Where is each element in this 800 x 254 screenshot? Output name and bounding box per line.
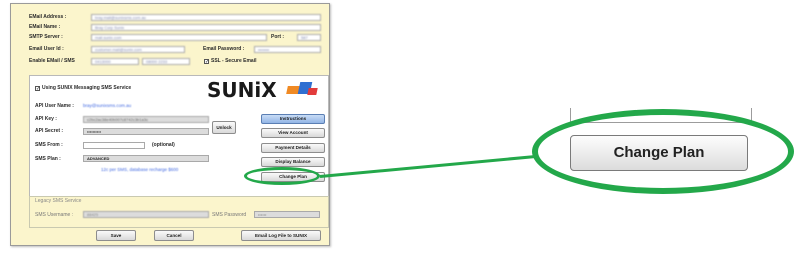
email-name-field[interactable]: Bray Corp Sunix — [91, 24, 321, 31]
legacy-password-label: SMS Password — [212, 212, 247, 218]
use-sunix-sms-label: Using SUNIX Messaging SMS Service — [42, 85, 132, 91]
email-user-id-field[interactable]: customer.mail@sunix.com — [91, 46, 185, 53]
unlock-button[interactable]: Unlock — [212, 121, 236, 134]
email-user-id-label: Email User Id : — [29, 46, 64, 52]
email-name-label: EMail Name : — [29, 24, 61, 30]
port-label: Port : — [271, 34, 285, 40]
use-sunix-sms-checkbox[interactable]: ✓ — [35, 86, 40, 92]
legacy-username-field[interactable]: 88425 — [83, 211, 209, 218]
sunix-logo: SUNiX — [207, 78, 277, 102]
cancel-button[interactable]: Cancel — [154, 230, 194, 241]
legacy-title: Legacy SMS Service — [35, 198, 82, 204]
settings-dialog: EMail Address : bray.mail@sunixsms.com.a… — [10, 3, 330, 246]
port-field[interactable]: 587 — [297, 34, 321, 41]
api-user-value: bray@sunixsms.com.au — [83, 103, 132, 108]
ssl-label: SSL - Secure Email — [211, 58, 257, 64]
legacy-username-label: SMS Username : — [35, 212, 74, 218]
payment-details-button[interactable]: Payment Details — [261, 143, 325, 153]
sms-plan-label: SMS Plan : — [35, 156, 61, 162]
sms-plan-note: 12c per SMS, database recharge $600 — [101, 167, 179, 172]
enable-email-sms-field-2[interactable]: 08000 2233 — [142, 58, 190, 65]
logo-block-red — [307, 88, 318, 95]
highlight-oval-small — [244, 167, 320, 185]
email-log-button[interactable]: Email Log File to SUNIX — [241, 230, 321, 241]
ssl-checkbox[interactable]: ✓ — [204, 59, 209, 65]
display-balance-button[interactable]: Display Balance — [261, 157, 325, 167]
optional-label: (optional) — [152, 142, 175, 148]
smtp-server-label: SMTP Server : — [29, 34, 63, 40]
legacy-password-field[interactable]: •••••• — [254, 211, 320, 218]
sms-from-label: SMS From : — [35, 142, 63, 148]
sms-from-field[interactable] — [83, 142, 145, 149]
smtp-server-field[interactable]: mail.sunix.com — [91, 34, 267, 41]
api-key-field[interactable]: c2bc2ac38e40b007c8742c3b1a3c — [83, 116, 209, 123]
instructions-button[interactable]: Instructions — [261, 114, 325, 124]
api-key-label: API Key : — [35, 116, 57, 122]
enable-email-sms-field-1[interactable]: 0413000 — [91, 58, 139, 65]
highlight-connector-line — [319, 154, 538, 178]
email-password-field[interactable]: •••••••• — [254, 46, 321, 53]
api-user-label: API User Name : — [35, 103, 74, 109]
api-secret-label: API Secret : — [35, 128, 64, 134]
save-button[interactable]: Save — [96, 230, 136, 241]
highlight-oval-large — [532, 109, 794, 194]
email-address-field[interactable]: bray.mail@sunixsms.com.au — [91, 14, 321, 21]
enable-email-sms-label: Enable EMail / SMS — [29, 58, 75, 64]
email-password-label: Email Password : — [203, 46, 245, 52]
view-account-button[interactable]: View Account — [261, 128, 325, 138]
sms-plan-field: ADVANCED — [83, 155, 209, 162]
email-address-label: EMail Address : — [29, 14, 67, 20]
api-secret-field[interactable]: •••••••••• — [83, 128, 209, 135]
